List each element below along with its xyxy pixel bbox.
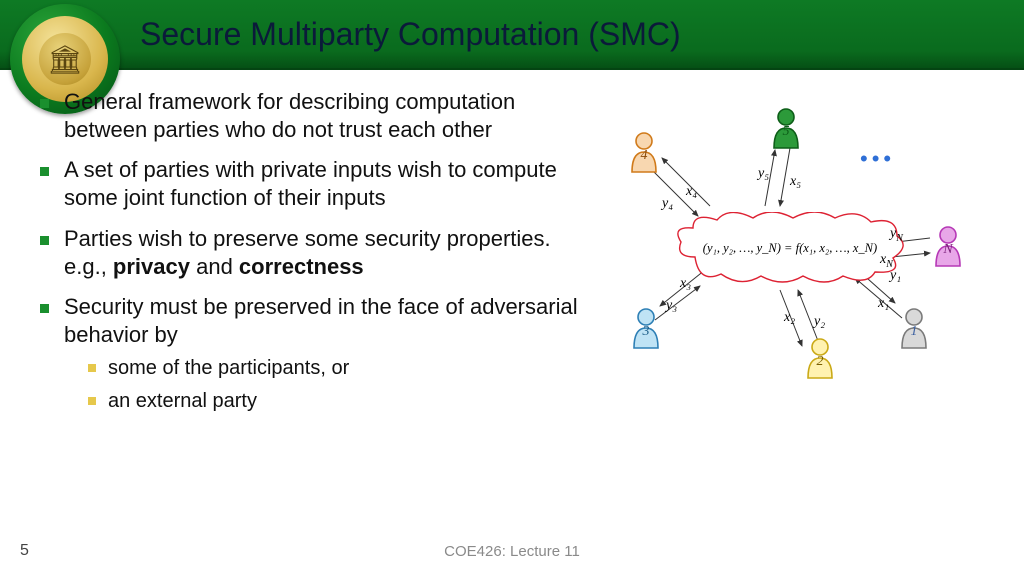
ellipsis-icon: •••	[860, 146, 895, 172]
bullet-text: and	[190, 254, 239, 279]
arrow-label: y₁	[890, 268, 901, 284]
arrow-label: y₅	[758, 166, 769, 182]
page-number: 5	[20, 542, 29, 560]
slide-body: General framework for describing computa…	[0, 70, 1024, 427]
bullet-item: Security must be preserved in the face o…	[40, 293, 580, 415]
footer-course: COE426: Lecture 11	[444, 543, 580, 560]
sub-bullet-item: some of the participants, or	[64, 355, 580, 382]
party-2-icon: 2	[804, 338, 836, 380]
arrow-label: xN	[880, 252, 893, 270]
arrow-label: y₄	[662, 196, 673, 212]
party-n-icon: N	[932, 226, 964, 268]
party-5-icon: 5	[770, 108, 802, 150]
cloud-formula: (y₁, y₂, …, y_N) = f(x₁, x₂, …, x_N)	[675, 212, 905, 284]
arrow-label: x₁	[878, 296, 889, 312]
bullet-text: Security must be preserved in the face o…	[64, 294, 578, 347]
arrow-label: x₂	[784, 310, 795, 326]
arrow-label: x₃	[680, 276, 691, 292]
arrow-label: y₂	[814, 314, 825, 330]
slide-title: Secure Multiparty Computation (SMC)	[140, 16, 681, 53]
sub-bullet-item: an external party	[64, 388, 580, 415]
bullet-bold: correctness	[239, 254, 364, 279]
bullet-column: General framework for describing computa…	[40, 88, 580, 427]
smc-diagram: (y₁, y₂, …, y_N) = f(x₁, x₂, …, x_N) 1 2…	[580, 98, 1000, 398]
arrow-label: x₄	[686, 184, 697, 200]
slide-header: Secure Multiparty Computation (SMC)	[0, 0, 1024, 70]
bullet-bold: privacy	[113, 254, 190, 279]
party-1-icon: 1	[898, 308, 930, 350]
bullet-item: A set of parties with private inputs wis…	[40, 156, 580, 212]
party-3-icon: 3	[630, 308, 662, 350]
arrow-label: y₃	[666, 298, 677, 314]
bullet-item: Parties wish to preserve some security p…	[40, 225, 580, 281]
bullet-item: General framework for describing computa…	[40, 88, 580, 144]
party-4-icon: 4	[628, 132, 660, 174]
arrow-label: yN	[890, 226, 903, 244]
arrow-label: x₅	[790, 174, 801, 190]
function-cloud: (y₁, y₂, …, y_N) = f(x₁, x₂, …, x_N)	[675, 212, 905, 284]
